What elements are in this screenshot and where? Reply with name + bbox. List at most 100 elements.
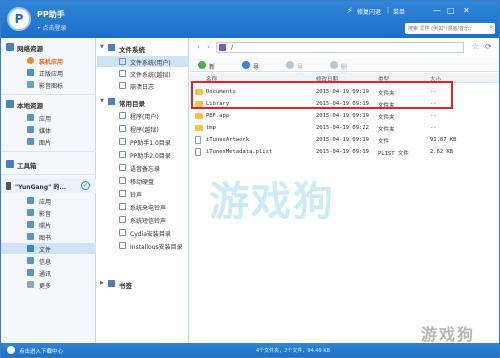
section-toolbox[interactable]: 工具箱 <box>1 158 96 171</box>
row-size: -- <box>430 113 437 119</box>
collapse-arrow-icon[interactable]: ▼ <box>100 98 104 104</box>
download-center-link[interactable]: 点击进入下载中心 <box>19 347 63 355</box>
menu-link[interactable]: 菜单 <box>393 7 405 16</box>
tree-item-apps-jailbreak[interactable]: 程序(越狱) <box>97 123 189 134</box>
back-icon[interactable]: ‹ <box>194 43 203 52</box>
collapse-arrow-icon[interactable]: ▼ <box>100 44 104 50</box>
sidebar-item-device-photos[interactable]: 照片 <box>1 219 96 230</box>
book-icon <box>27 233 34 240</box>
sidebar-item-media-icons[interactable]: 影音图标 <box>1 79 96 90</box>
table-row[interactable]: iTunesArtwork 2015-04-19 09:19 文件 91.87 … <box>190 134 499 146</box>
row-type: 文件 <box>378 139 390 145</box>
tree-item-apps-user[interactable]: 程序(用户) <box>97 110 189 121</box>
section-title: 本地资源 <box>17 102 43 110</box>
star-icon[interactable]: ☆ <box>472 42 479 51</box>
tree-section-bookmarks[interactable]: ▶ 书签 <box>97 278 189 290</box>
section-local[interactable]: 本地资源 <box>1 98 96 111</box>
sidebar-item-label: 影音图标 <box>39 83 64 90</box>
minimize-icon[interactable]: — <box>433 6 441 15</box>
tree-item-cydia-dir[interactable]: Cydia安装目录 <box>97 227 189 238</box>
search-box[interactable]: ⌕ <box>405 23 495 34</box>
sidebar-item-device-files[interactable]: 文件 <box>1 243 96 254</box>
tree-item-sms-tones[interactable]: 系统短信铃声 <box>97 214 189 225</box>
tree-item-fs-user[interactable]: 文件系统(用户) <box>97 56 189 67</box>
tree-item-installous-dir[interactable]: Installous安装目录 <box>97 240 189 251</box>
sidebar-item-install-apps[interactable]: 装机应用 <box>1 55 96 66</box>
tree-item-pp2-dir[interactable]: PP助手2.0目录 <box>97 149 189 160</box>
tree-item-pp1-dir[interactable]: PP助手1.0目录 <box>97 136 189 147</box>
sidebar-item-local-media[interactable]: 媒体 <box>1 124 96 135</box>
row-size: 91.87 KB <box>430 137 457 143</box>
sidebar-item-device-apps[interactable]: 应用 <box>1 195 96 206</box>
tree-item-label: 铃声 <box>130 192 143 199</box>
app-folder-icon <box>119 125 126 132</box>
video-icon <box>27 209 34 216</box>
sidebar-item-label: 图片 <box>39 140 52 147</box>
folder-icon <box>119 70 126 77</box>
pp-icon <box>119 151 126 158</box>
row-type: 文件夹 <box>378 127 395 133</box>
table-row[interactable]: PBF.app 2015-04-19 09:19 文件夹 -- <box>190 110 499 122</box>
section-network[interactable]: 网络资源 <box>1 41 96 54</box>
close-icon[interactable]: ✕ <box>463 6 470 15</box>
status-summary: 4个文件夹，2个文件，94.49 KB <box>256 348 330 354</box>
tree-section-common[interactable]: ▼ 常用目录 <box>97 96 189 108</box>
forward-icon[interactable]: › <box>204 43 213 52</box>
search-input[interactable] <box>408 24 486 33</box>
expand-arrow-icon[interactable]: ▶ <box>100 280 104 286</box>
app-title: PP助手 <box>37 10 65 19</box>
sidebar-item-device-video[interactable]: 影音 <box>1 207 96 218</box>
directory-tree: ▼ 文件系统 文件系统(用户) 文件系统(越狱) 崩溃日志 ▼ 常用目录 程序(… <box>97 38 189 343</box>
sidebar-item-device-contacts[interactable]: 通讯 <box>1 267 96 278</box>
tree-item-label: 移动硬盘 <box>130 179 155 186</box>
device-header[interactable]: "YunGang" 的... ✓ <box>1 179 96 193</box>
table-row[interactable]: tmp 2015-04-19 09:22 文件夹 -- <box>190 122 499 134</box>
tree-item-label: 程序(越狱) <box>130 127 159 134</box>
pp-logo-icon[interactable]: P <box>7 7 31 31</box>
message-icon <box>27 257 34 264</box>
tree-item-label: 文件系统(越狱) <box>130 72 171 79</box>
contacts-icon <box>27 269 34 276</box>
watermark: 游戏狗 <box>209 179 335 225</box>
folder-icon <box>119 58 126 65</box>
phone-icon <box>119 203 126 210</box>
search-icon[interactable]: ⌕ <box>489 23 493 32</box>
app-window: P PP助手 • 点击登录 ⚡ 修复闪退 | 菜单 — □ ✕ ⌕ 网络资源 装… <box>0 0 500 358</box>
tree-item-ringtones[interactable]: 铃声 <box>97 188 189 199</box>
row-size: 2.62 KB <box>430 149 454 155</box>
row-size: -- <box>430 125 437 131</box>
tree-item-label: PP助手2.0目录 <box>130 153 171 160</box>
tree-item-label: PP助手1.0目录 <box>130 140 171 147</box>
maximize-icon[interactable]: □ <box>447 6 455 15</box>
toolbox-icon <box>6 160 14 168</box>
section-title: 网络资源 <box>17 45 43 53</box>
tree-item-mobile-disk[interactable]: 移动硬盘 <box>97 175 189 186</box>
sidebar-item-device-messages[interactable]: 信息 <box>1 255 96 266</box>
refresh-icon[interactable]: ⟳ <box>485 42 492 51</box>
sidebar-item-local-apps[interactable]: 应用 <box>1 112 96 123</box>
row-modified: 2015-04-19 09:19 <box>316 149 369 155</box>
tree-item-fs-jailbreak[interactable]: 文件系统(越狱) <box>97 68 189 79</box>
tree-item-label: Cydia安装目录 <box>130 231 171 238</box>
sidebar-item-local-photos[interactable]: 图片 <box>1 136 96 147</box>
photo-icon <box>27 221 34 228</box>
path-field[interactable]: / <box>216 42 464 53</box>
tree-item-crash-logs[interactable]: 崩溃日志 <box>97 80 189 91</box>
import-icon <box>242 61 250 69</box>
sidebar-item-device-books[interactable]: 图书 <box>1 231 96 242</box>
sidebar-item-label: 应用 <box>39 199 52 206</box>
sidebar-item-genuine-apps[interactable]: 正版应用 <box>1 67 96 78</box>
tree-item-label: Installous安装目录 <box>130 244 183 251</box>
tree-item-voice-memos[interactable]: 语音备忘录 <box>97 162 189 173</box>
sidebar-item-device-more[interactable]: 更多 <box>1 279 96 290</box>
highlight-box <box>191 81 453 109</box>
fix-crash-link[interactable]: 修复闪退 <box>357 7 381 16</box>
file-toolbar: 新建 导入 导出 删除 <box>190 58 499 80</box>
download-icon[interactable] <box>7 346 15 354</box>
login-link[interactable]: • 点击登录 <box>37 23 66 32</box>
table-row[interactable]: iTunesMetadata.plist 2015-04-19 09:19 PL… <box>190 146 499 158</box>
computer-icon <box>6 100 14 108</box>
tree-section-filesystem[interactable]: ▼ 文件系统 <box>97 42 189 54</box>
tree-item-system-ringtones[interactable]: 系统来电铃声 <box>97 201 189 212</box>
row-name: PBF.app <box>206 113 230 119</box>
